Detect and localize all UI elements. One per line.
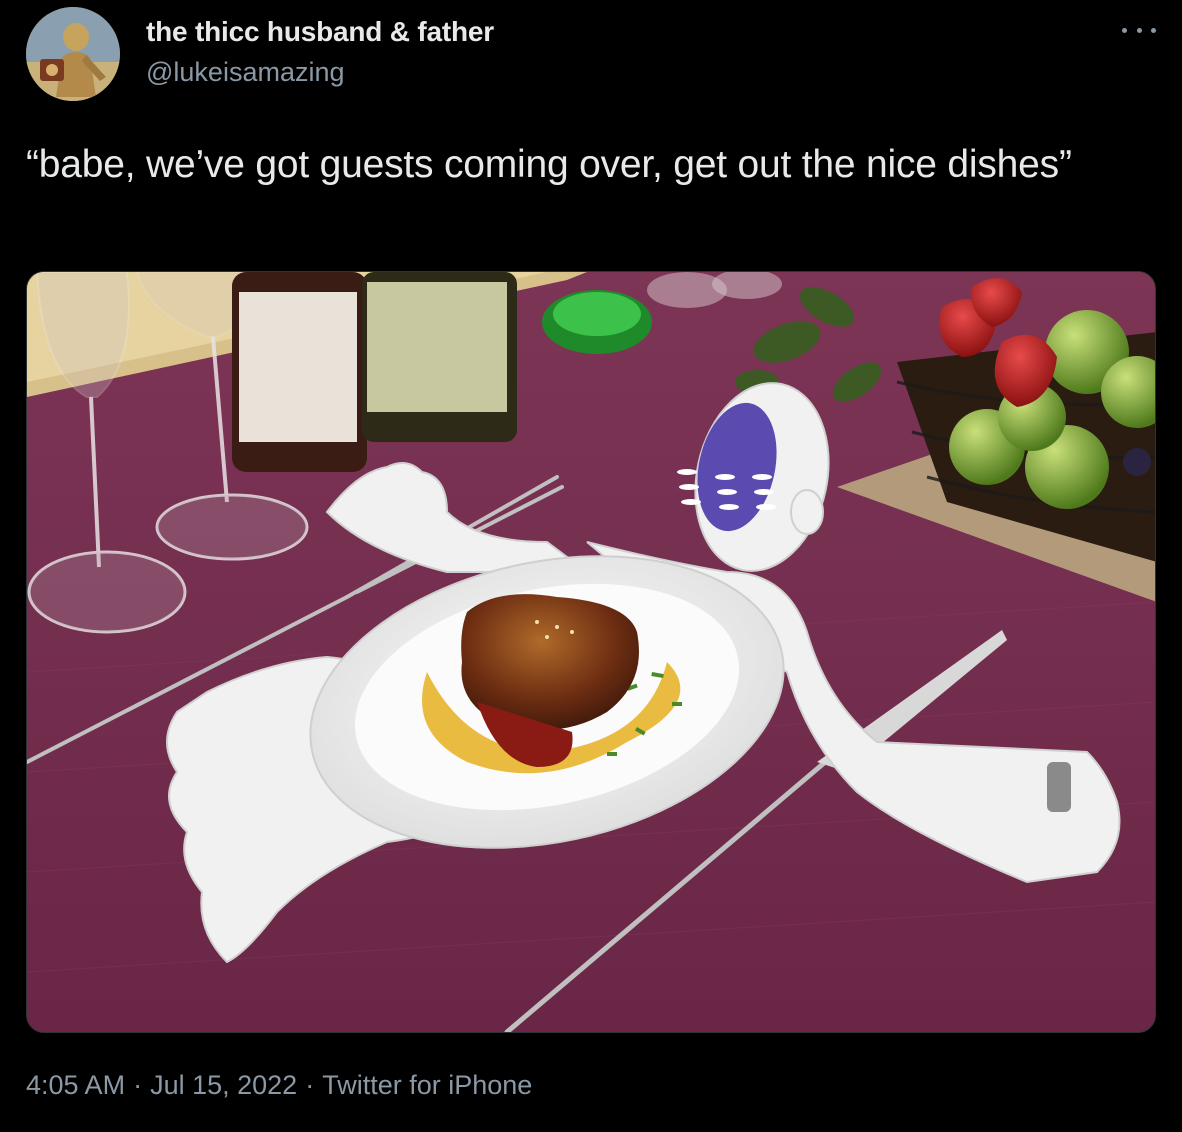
tweet-date[interactable]: Jul 15, 2022 [150, 1070, 297, 1101]
more-options-icon[interactable] [1122, 20, 1156, 40]
tweet-time[interactable]: 4:05 AM [26, 1070, 125, 1101]
tweet: the thicc husband & father @lukeisamazin… [0, 0, 1182, 1132]
more-dot [1136, 27, 1142, 33]
avatar-image [26, 7, 120, 101]
meta-separator: · [133, 1070, 143, 1100]
tweet-client[interactable]: Twitter for iPhone [322, 1070, 532, 1101]
tweet-media[interactable] [26, 271, 1156, 1033]
more-dot [1122, 27, 1127, 33]
author-display-name[interactable]: the thicc husband & father [146, 16, 494, 48]
tweet-meta: 4:05 AM · Jul 15, 2022 · Twitter for iPhone [26, 1070, 532, 1101]
more-dot [1151, 27, 1156, 33]
meta-separator: · [305, 1070, 315, 1100]
avatar[interactable] [26, 7, 120, 101]
tweet-text: “babe, we’ve got guests coming over, get… [26, 143, 1072, 186]
photo-image [27, 272, 1155, 1032]
author-handle[interactable]: @lukeisamazing [146, 57, 345, 88]
